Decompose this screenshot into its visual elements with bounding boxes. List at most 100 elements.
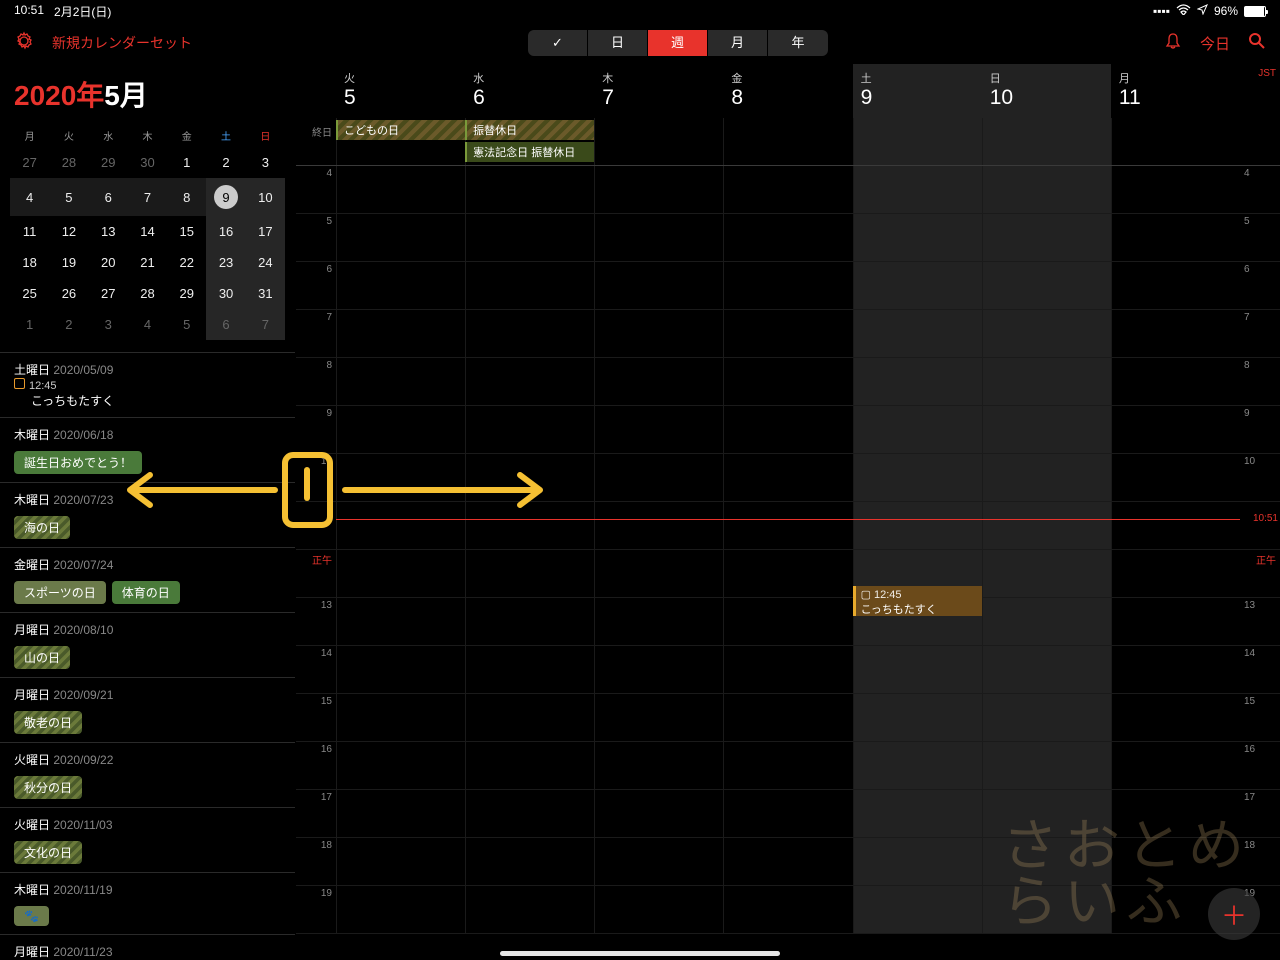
calendar-event[interactable]: ▢ 12:45こっちもたすく — [853, 586, 982, 616]
minical-day[interactable]: 8 — [167, 178, 206, 216]
minical-day[interactable]: 20 — [89, 247, 128, 278]
wifi-icon — [1176, 4, 1191, 18]
minical-day[interactable]: 6 — [206, 309, 245, 340]
agenda-item[interactable]: 金曜日 2020/07/24スポーツの日体育の日 — [0, 547, 295, 612]
minical-day[interactable]: 10 — [246, 178, 285, 216]
status-bar: 10:51 2月2日(日) ▪▪▪▪ 96% — [0, 0, 1280, 22]
agenda-item[interactable]: 火曜日 2020/11/03文化の日 — [0, 807, 295, 872]
minical-day[interactable]: 2 — [206, 147, 245, 178]
event-pill[interactable]: スポーツの日 — [14, 581, 106, 604]
minical-day[interactable]: 1 — [10, 309, 49, 340]
gear-icon[interactable] — [14, 31, 34, 56]
minical-day[interactable]: 21 — [128, 247, 167, 278]
minical-day[interactable]: 5 — [167, 309, 206, 340]
minical-day[interactable]: 27 — [10, 147, 49, 178]
bell-icon[interactable] — [1164, 32, 1182, 54]
battery-pct: 96% — [1214, 4, 1238, 18]
mini-calendar[interactable]: 月火水木金土日272829301234567891011121314151617… — [0, 124, 295, 340]
today-button[interactable]: 今日 — [1200, 33, 1230, 54]
minical-day[interactable]: 23 — [206, 247, 245, 278]
minical-day[interactable]: 28 — [49, 147, 88, 178]
minical-day[interactable]: 30 — [128, 147, 167, 178]
minical-day[interactable]: 7 — [246, 309, 285, 340]
view-segmented-control: ✓ 日 週 月 年 — [528, 30, 828, 56]
page-title: 2020年5月 — [0, 64, 295, 124]
now-time-label: 10:51 — [1253, 513, 1278, 524]
minical-day[interactable]: 1 — [167, 147, 206, 178]
allday-event[interactable]: 振替休日 — [465, 120, 594, 140]
agenda-item[interactable]: 土曜日 2020/05/0912:45こっちもたすく — [0, 352, 295, 417]
minical-day[interactable]: 27 — [89, 278, 128, 309]
minical-day[interactable]: 3 — [89, 309, 128, 340]
home-indicator[interactable] — [500, 951, 780, 956]
agenda-item[interactable]: 月曜日 2020/08/10山の日 — [0, 612, 295, 677]
signal-icon: ▪▪▪▪ — [1153, 4, 1170, 18]
event-pill[interactable]: 🐾 — [14, 906, 49, 926]
event-pill[interactable]: 山の日 — [14, 646, 70, 669]
event-pill[interactable]: 文化の日 — [14, 841, 82, 864]
minical-day[interactable]: 2 — [49, 309, 88, 340]
minical-day[interactable]: 6 — [89, 178, 128, 216]
minical-day[interactable]: 15 — [167, 216, 206, 247]
event-pill[interactable]: 敬老の日 — [14, 711, 82, 734]
minical-day[interactable]: 18 — [10, 247, 49, 278]
title-year: 2020年 — [14, 80, 104, 111]
minical-day[interactable]: 9 — [206, 178, 245, 216]
day-column-header[interactable]: 水6 — [465, 64, 594, 118]
time-grid[interactable]: 4455667788991010正午正午13131414151516161717… — [296, 166, 1280, 960]
minical-day[interactable]: 22 — [167, 247, 206, 278]
minical-day[interactable]: 17 — [246, 216, 285, 247]
search-icon[interactable] — [1248, 32, 1266, 54]
minical-day[interactable]: 4 — [128, 309, 167, 340]
event-pill[interactable]: 海の日 — [14, 516, 70, 539]
minical-day[interactable]: 29 — [89, 147, 128, 178]
minical-day[interactable]: 30 — [206, 278, 245, 309]
seg-year[interactable]: 年 — [768, 30, 828, 56]
minical-day[interactable]: 31 — [246, 278, 285, 309]
status-date: 2月2日(日) — [54, 3, 111, 20]
event-pill[interactable]: 秋分の日 — [14, 776, 82, 799]
agenda-item[interactable]: 月曜日 2020/11/23勤労感謝の日 — [0, 934, 295, 960]
seg-day[interactable]: 日 — [588, 30, 648, 56]
minical-day[interactable]: 24 — [246, 247, 285, 278]
agenda-item[interactable]: 月曜日 2020/09/21敬老の日 — [0, 677, 295, 742]
timezone-label: JST — [1240, 64, 1280, 118]
day-column-header[interactable]: 月11 — [1111, 64, 1240, 118]
minical-day[interactable]: 29 — [167, 278, 206, 309]
minical-day[interactable]: 3 — [246, 147, 285, 178]
minical-day[interactable]: 7 — [128, 178, 167, 216]
day-column-header[interactable]: 金8 — [723, 64, 852, 118]
minical-day[interactable]: 16 — [206, 216, 245, 247]
minical-day[interactable]: 25 — [10, 278, 49, 309]
minical-day[interactable]: 28 — [128, 278, 167, 309]
minical-day[interactable]: 11 — [10, 216, 49, 247]
day-column-header[interactable]: 火5 — [336, 64, 465, 118]
title-month: 5月 — [104, 80, 148, 111]
day-column-header[interactable]: 土9 — [853, 64, 982, 118]
minical-day[interactable]: 4 — [10, 178, 49, 216]
week-header: 火5水6木7金8土9日10月11JST — [296, 64, 1280, 118]
allday-event[interactable]: こどもの日 — [336, 120, 465, 140]
allday-label: 終日 — [296, 118, 336, 165]
battery-icon — [1244, 6, 1266, 17]
seg-week[interactable]: 週 — [648, 30, 708, 56]
annotation-arrows — [110, 450, 560, 550]
minical-day[interactable]: 13 — [89, 216, 128, 247]
event-pill[interactable]: 体育の日 — [112, 581, 180, 604]
minical-day[interactable]: 5 — [49, 178, 88, 216]
agenda-item[interactable]: 火曜日 2020/09/22秋分の日 — [0, 742, 295, 807]
seg-month[interactable]: 月 — [708, 30, 768, 56]
add-event-button[interactable]: ＋ — [1208, 888, 1260, 940]
minical-day[interactable]: 19 — [49, 247, 88, 278]
minical-day[interactable]: 12 — [49, 216, 88, 247]
new-calendar-button[interactable]: 新規カレンダーセット — [52, 33, 192, 53]
day-column-header[interactable]: 木7 — [594, 64, 723, 118]
allday-event[interactable]: 憲法記念日 振替休日 — [465, 142, 594, 162]
agenda-list[interactable]: 土曜日 2020/05/0912:45こっちもたすく木曜日 2020/06/18… — [0, 352, 295, 960]
minical-day[interactable]: 26 — [49, 278, 88, 309]
allday-row: 終日 こどもの日振替休日憲法記念日 振替休日 — [296, 118, 1280, 166]
minical-day[interactable]: 14 — [128, 216, 167, 247]
agenda-item[interactable]: 木曜日 2020/11/19🐾 — [0, 872, 295, 934]
day-column-header[interactable]: 日10 — [982, 64, 1111, 118]
seg-check[interactable]: ✓ — [528, 30, 588, 56]
